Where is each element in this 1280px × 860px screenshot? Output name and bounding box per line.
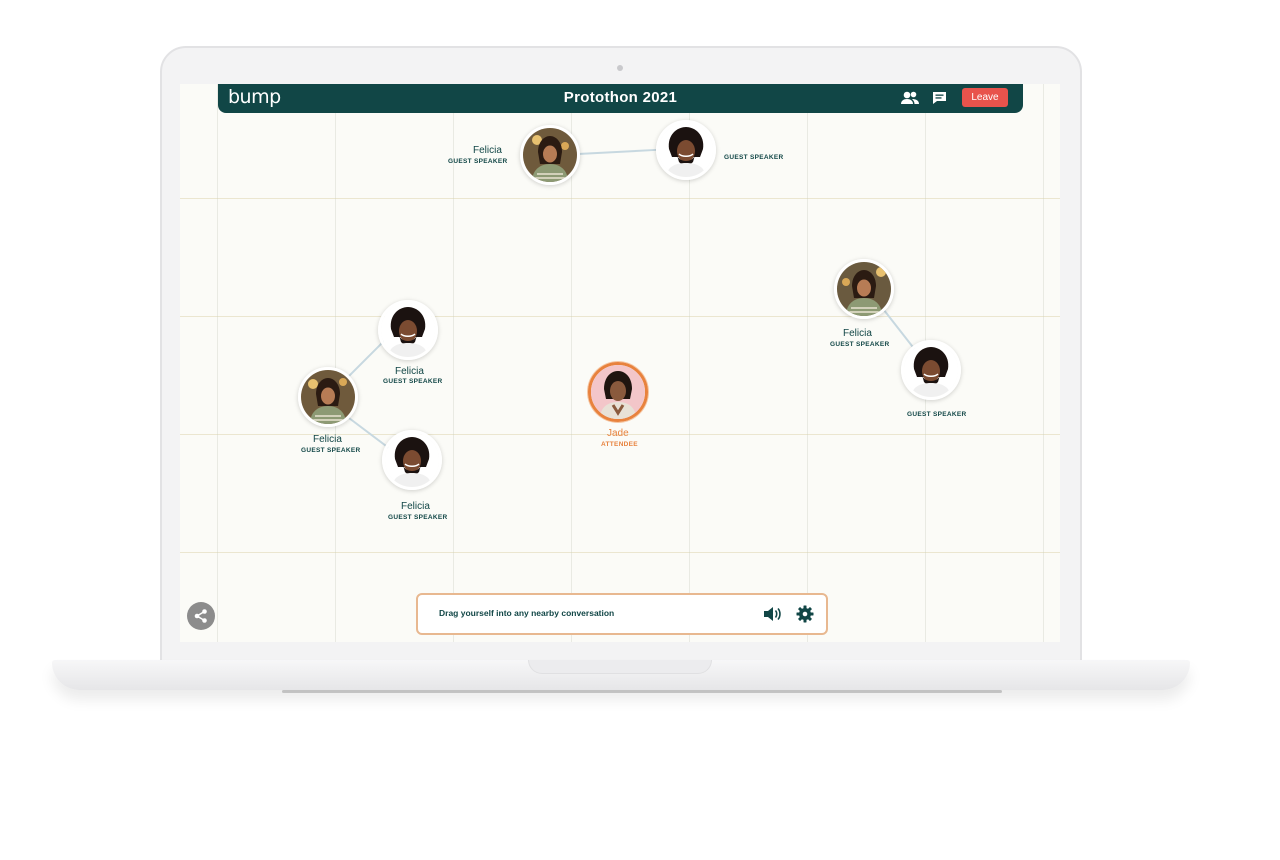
hint-text: Drag yourself into any nearby conversati… <box>439 608 615 618</box>
share-icon <box>194 609 207 623</box>
gear-icon[interactable] <box>795 604 815 624</box>
participant-avatar-felicia[interactable] <box>298 367 358 427</box>
participant-name: Felicia <box>843 328 872 339</box>
participant-avatar-felicia[interactable] <box>382 430 442 490</box>
participant-name: Felicia <box>401 501 430 512</box>
my-role: ATTENDEE <box>601 441 638 448</box>
participant-role: GUEST SPEAKER <box>388 514 448 521</box>
participant-avatar-felicia[interactable] <box>378 300 438 360</box>
participant-role: GUEST SPEAKER <box>724 154 784 161</box>
my-avatar-jade[interactable] <box>588 362 648 422</box>
app-header: bump Protothon 2021 Leave <box>218 84 1023 113</box>
leave-button[interactable]: Leave <box>962 88 1008 107</box>
participant-name: Felicia <box>395 366 424 377</box>
participant-avatar-felicia[interactable] <box>834 259 894 319</box>
participant-avatar[interactable] <box>656 120 716 180</box>
camera-dot <box>617 65 623 71</box>
app-screen: bump Protothon 2021 Leave Felicia GUEST … <box>180 84 1060 642</box>
participant-role: GUEST SPEAKER <box>383 378 443 385</box>
connection-line <box>577 148 658 155</box>
chat-icon[interactable] <box>930 89 950 107</box>
people-icon[interactable] <box>900 89 920 107</box>
participant-avatar-felicia[interactable] <box>520 125 580 185</box>
speaker-icon[interactable] <box>762 605 782 623</box>
participant-role: GUEST SPEAKER <box>907 411 967 418</box>
participant-role: GUEST SPEAKER <box>830 341 890 348</box>
my-name: Jade <box>607 428 629 439</box>
participant-name: Felicia <box>313 434 342 445</box>
conversation-hint-bar: Drag yourself into any nearby conversati… <box>416 593 828 635</box>
participant-avatar[interactable] <box>901 340 961 400</box>
laptop-notch <box>528 660 712 674</box>
participant-role: GUEST SPEAKER <box>301 447 361 454</box>
laptop-shadow <box>282 690 1002 693</box>
participant-name: Felicia <box>473 145 502 156</box>
participant-role: GUEST SPEAKER <box>448 158 508 165</box>
share-button[interactable] <box>187 602 215 630</box>
